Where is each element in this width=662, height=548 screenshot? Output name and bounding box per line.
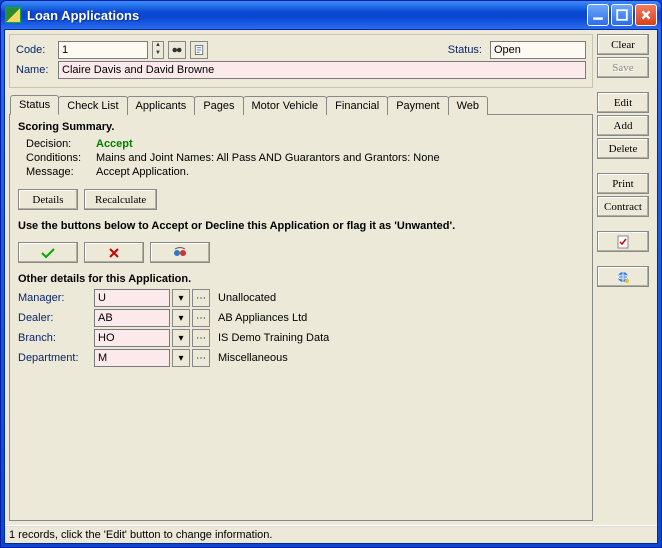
department-label: Department:	[18, 352, 92, 364]
accept-button[interactable]	[18, 242, 78, 263]
scoring-table: Decision: Accept Conditions: Mains and J…	[26, 137, 584, 179]
globe-button[interactable]	[597, 266, 649, 287]
manager-desc: Unallocated	[218, 292, 276, 304]
status-input[interactable]	[490, 41, 586, 59]
statusbar-text: 1 records, click the 'Edit' button to ch…	[9, 529, 272, 541]
name-input[interactable]	[58, 61, 586, 79]
branch-label: Branch:	[18, 332, 92, 344]
dealer-desc: AB Appliances Ltd	[218, 312, 307, 324]
client-area: Code: ▲ ▼ Status:	[4, 29, 658, 544]
department-desc: Miscellaneous	[218, 352, 288, 364]
tab-pages[interactable]: Pages	[194, 96, 243, 115]
cross-icon	[107, 247, 121, 259]
window-title: Loan Applications	[25, 8, 585, 23]
manager-label: Manager:	[18, 292, 92, 304]
details-button[interactable]: Details	[18, 189, 78, 210]
tab-applicants[interactable]: Applicants	[127, 96, 196, 115]
ellipsis-icon: ⋯	[196, 293, 206, 304]
branch-dropdown[interactable]: ▾	[172, 329, 190, 347]
conditions-label: Conditions:	[26, 152, 96, 164]
edit-button[interactable]: Edit	[597, 92, 649, 113]
add-button[interactable]: Add	[597, 115, 649, 136]
checklist-button[interactable]	[597, 231, 649, 252]
statusbar: 1 records, click the 'Edit' button to ch…	[5, 525, 657, 543]
clipboard-check-icon	[616, 235, 630, 249]
message-value: Accept Application.	[96, 166, 189, 178]
minimize-icon	[592, 9, 604, 21]
tab-motor[interactable]: Motor Vehicle	[243, 96, 328, 115]
report-button[interactable]	[190, 41, 208, 59]
chevron-down-icon: ▾	[178, 293, 183, 304]
main-area: Code: ▲ ▼ Status:	[5, 30, 657, 525]
ellipsis-icon: ⋯	[196, 333, 206, 344]
other-details: Manager: ▾ ⋯ Unallocated Dealer: ▾ ⋯ AB …	[18, 289, 584, 367]
search-button[interactable]	[168, 41, 186, 59]
ellipsis-icon: ⋯	[196, 353, 206, 364]
close-button[interactable]	[635, 4, 657, 26]
check-icon	[40, 247, 56, 259]
dealer-lookup[interactable]: ⋯	[192, 309, 210, 327]
clear-button[interactable]: Clear	[597, 34, 649, 55]
conditions-value: Mains and Joint Names: All Pass AND Guar…	[96, 152, 440, 164]
titlebar: Loan Applications	[1, 1, 661, 29]
decision-value: Accept	[96, 138, 133, 150]
tab-checklist[interactable]: Check List	[58, 96, 127, 115]
code-spinner[interactable]: ▲ ▼	[152, 41, 164, 59]
binoculars-icon	[171, 44, 183, 56]
manager-input[interactable]	[94, 289, 170, 307]
tab-content-status: Scoring Summary. Decision: Accept Condit…	[9, 115, 593, 521]
status-label: Status:	[448, 44, 482, 56]
flag-icon	[172, 246, 188, 260]
code-input[interactable]	[58, 41, 148, 59]
action-sidebar: Clear Save Edit Add Delete Print Contrac…	[597, 34, 653, 521]
save-button[interactable]: Save	[597, 57, 649, 78]
maximize-button[interactable]	[611, 4, 633, 26]
left-pane: Code: ▲ ▼ Status:	[9, 34, 593, 521]
chevron-down-icon: ▾	[178, 333, 183, 344]
name-label: Name:	[16, 64, 54, 76]
chevron-down-icon: ▾	[178, 313, 183, 324]
message-label: Message:	[26, 166, 96, 178]
spinner-up-icon: ▲	[153, 42, 163, 50]
app-window: Loan Applications Code: ▲ ▼	[0, 0, 662, 548]
tab-financial[interactable]: Financial	[326, 96, 388, 115]
branch-input[interactable]	[94, 329, 170, 347]
code-label: Code:	[16, 44, 54, 56]
tab-web[interactable]: Web	[448, 96, 488, 115]
unwanted-button[interactable]	[150, 242, 210, 263]
department-lookup[interactable]: ⋯	[192, 349, 210, 367]
dealer-input[interactable]	[94, 309, 170, 327]
scoring-heading: Scoring Summary.	[18, 121, 584, 133]
branch-lookup[interactable]: ⋯	[192, 329, 210, 347]
globe-icon	[616, 270, 630, 284]
branch-desc: IS Demo Training Data	[218, 332, 329, 344]
decision-label: Decision:	[26, 138, 96, 150]
maximize-icon	[616, 9, 628, 21]
chevron-down-icon: ▾	[178, 353, 183, 364]
tab-bar: Status Check List Applicants Pages Motor…	[9, 94, 593, 115]
minimize-button[interactable]	[587, 4, 609, 26]
contract-button[interactable]: Contract	[597, 196, 649, 217]
dealer-dropdown[interactable]: ▾	[172, 309, 190, 327]
manager-dropdown[interactable]: ▾	[172, 289, 190, 307]
dealer-label: Dealer:	[18, 312, 92, 324]
recalculate-button[interactable]: Recalculate	[84, 189, 157, 210]
tab-payment[interactable]: Payment	[387, 96, 448, 115]
manager-lookup[interactable]: ⋯	[192, 289, 210, 307]
header-form: Code: ▲ ▼ Status:	[9, 34, 593, 88]
spinner-down-icon: ▼	[153, 50, 163, 58]
delete-button[interactable]: Delete	[597, 138, 649, 159]
ellipsis-icon: ⋯	[196, 313, 206, 324]
department-dropdown[interactable]: ▾	[172, 349, 190, 367]
decline-button[interactable]	[84, 242, 144, 263]
tab-status[interactable]: Status	[10, 95, 59, 115]
print-button[interactable]: Print	[597, 173, 649, 194]
close-icon	[640, 9, 652, 21]
other-heading: Other details for this Application.	[18, 273, 584, 285]
app-icon	[5, 7, 21, 23]
document-icon	[193, 44, 205, 56]
instruction-text: Use the buttons below to Accept or Decli…	[18, 220, 584, 232]
department-input[interactable]	[94, 349, 170, 367]
